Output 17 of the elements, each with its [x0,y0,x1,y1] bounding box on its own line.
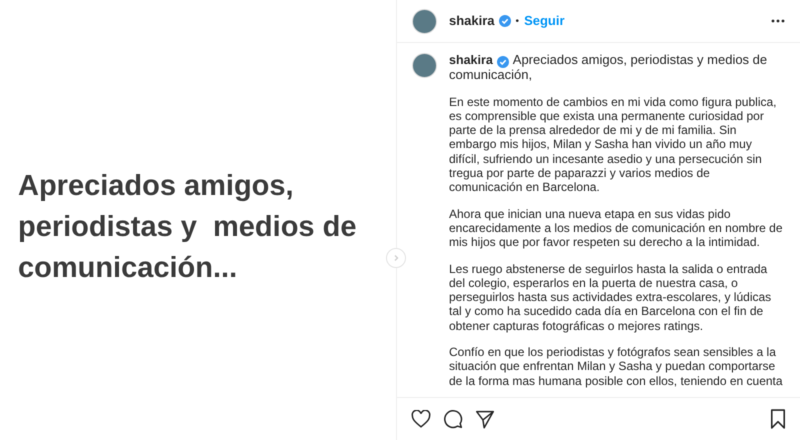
avatar[interactable] [412,53,437,78]
username[interactable]: shakira [449,11,495,31]
caption-paragraph: Les ruego abstenerse de seguirlos hasta la salida o entrada del colegio, esperarlos en la puerta de nuestra casa, o perseguirlos hasta sus actividades extra-escolares, y lúdicas tal y como ha sucedido cada día en Barcelona con el fin de obtener capturas fotográficas o mejores ratings. [449,262,772,334]
slide-text: Apreciados amigos, periodistas y medios de comunicación... [18,168,358,286]
separator-dot: • [516,14,520,28]
chevron-right-icon [392,254,400,262]
caption-paragraph: Confío en que los periodistas y fotógrafos sean sensibles a la situación que enfrentan Milan y Sasha y puedan comportarse de la forma mas humana posible con ellos, teniendo en cuenta [449,345,784,388]
caption-paragraph: Ahora que inician una nueva etapa en sus vidas pido encarecidamente a los medios de comunicación en nombre de mis hijos que por favor respeten su derecho a la intimidad. [449,206,784,250]
heart-icon[interactable] [411,410,431,428]
more-options-icon[interactable] [771,19,785,23]
comment-icon[interactable] [443,409,463,429]
username[interactable]: shakira [449,53,493,67]
caption-paragraph: En este momento de cambios en mi vida como figura publica, es comprensible que exista una permanente curiosidad por parte de la prensa alrededor de mi y de mi familia. Sin embargo mis hijos, Milan y Sasha han vivido un año muy difícil, sufriendo un incesante asedio y una persecución sin tregua por parte de paparazzi y varios medios de comunicación en Barcelona. [449,94,778,195]
bookmark-icon[interactable] [770,409,786,429]
avatar[interactable] [412,8,437,34]
send-icon[interactable] [475,410,495,428]
caption-text: shakira Apreciados amigos, periodistas y medios de comunicación, [449,53,768,83]
